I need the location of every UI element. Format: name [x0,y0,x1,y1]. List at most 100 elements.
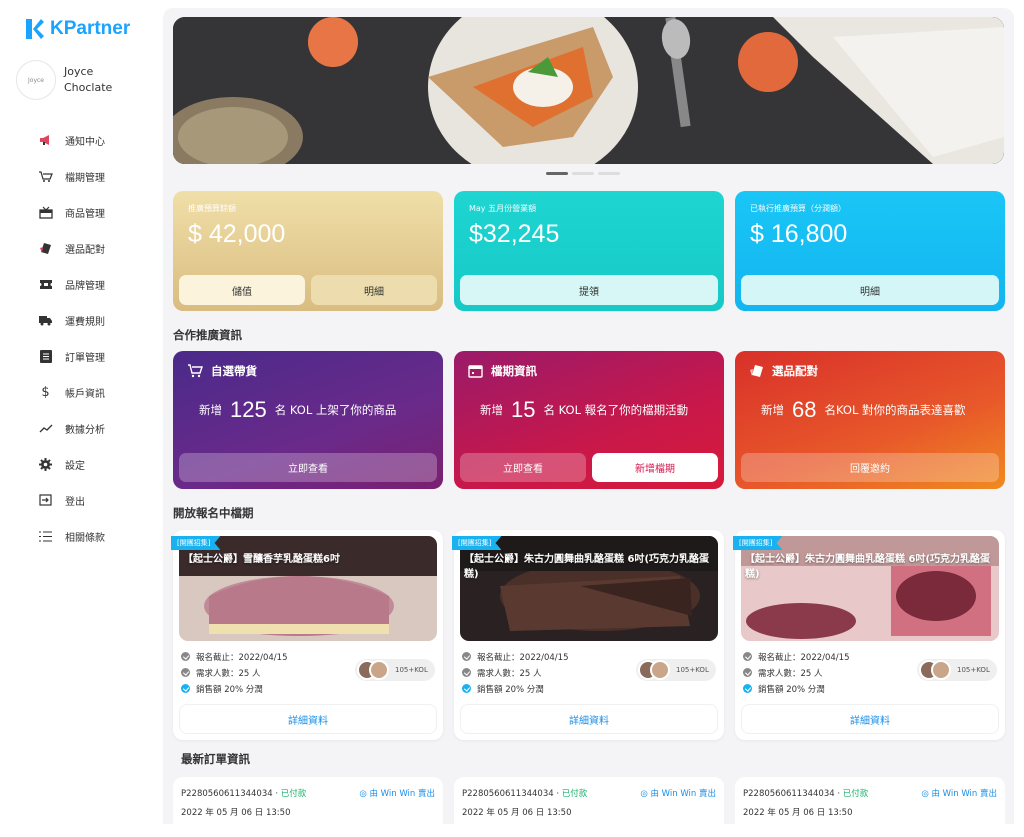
trend-icon [38,421,53,435]
coop-title: 自選帶貨 [211,364,257,378]
brand-name: KPartner [50,18,131,39]
nav-label: 通知中心 [65,136,105,148]
campaign-tag: [開團招集] [452,536,502,550]
dollar-icon: $ [41,384,50,400]
nav-item-schedule[interactable]: 檔期管理 [0,158,160,194]
campaign-title: 【起士公爵】朱古力圓舞曲乳酪蛋糕 6吋(巧克力乳酪蛋糕) [745,554,991,580]
section-title-coop: 合作推廣資訊 [173,328,242,342]
seller-link[interactable]: ◎ 由 Win Win 賣出 [359,787,435,799]
order-card[interactable]: P2280560611344034 · 已付款 ◎ 由 Win Win 賣出 20… [173,777,443,837]
seller-link[interactable]: ◎ 由 Win Win 賣出 [640,787,716,799]
campaign-card[interactable]: [開團招集] 【起士公爵】朱古力圓舞曲乳酪蛋糕 6吋(巧克力乳酪蛋糕) 報名截止… [452,530,724,740]
executed-detail-button[interactable]: 明細 [741,275,999,305]
gift-icon [38,205,53,219]
reply-invite-button[interactable]: 回覆邀約 [741,453,999,482]
order-date: 2022 年 05 月 06 日 13:50 [462,808,572,818]
gear-icon [38,457,53,471]
nav-item-terms[interactable]: 相關條款 [0,518,160,554]
nav-label: 商品管理 [65,208,105,220]
avatar [650,660,670,680]
ticket-icon [38,277,53,291]
nav-item-matching[interactable]: 選品配對 [0,230,160,266]
view-now-button[interactable]: 立即查看 [179,453,437,482]
check-icon [743,652,752,661]
kol-badge: 105+KOL [636,659,716,681]
cart-icon [188,364,203,378]
campaign-card[interactable]: [開團招集] 【起士公爵】雪釀香芋乳酪蛋糕6吋 報名截止：2022/04/15 … [171,530,443,740]
detail-button[interactable]: 詳細資料 [179,704,437,734]
kol-count: 105+KOL [957,666,990,674]
order-card[interactable]: P2280560611344034 · 已付款 ◎ 由 Win Win 賣出 20… [735,777,1005,837]
nav-label: 品牌管理 [65,280,105,292]
campaign-tag: [開團招集] [733,536,783,550]
coop-count: 15 [511,397,536,422]
add-schedule-button[interactable]: 新增檔期 [592,453,718,482]
kol-count: 105+KOL [395,666,428,674]
nav-item-notification[interactable]: 通知中心 [0,122,160,158]
nav-label: 選品配對 [65,244,105,256]
seller-link[interactable]: ◎ 由 Win Win 賣出 [921,787,997,799]
nav-label: 訂單管理 [65,352,105,364]
nav-item-logout[interactable]: 登出 [0,482,160,518]
logout-icon [38,493,53,507]
avatar-text: Joyce [28,76,44,84]
calendar-icon [468,365,483,378]
order-seller: 由 Win Win 賣出 [650,789,716,799]
stat-card-executed: 已執行推廣預算（分潤額） $ 16,800 明細 [735,191,1005,311]
withdraw-button[interactable]: 提領 [460,275,718,305]
view-now-button[interactable]: 立即查看 [460,453,586,482]
check-icon [181,668,190,677]
coop-card-schedule: 檔期資訊 新增 15 名 KOL 報名了你的檔期活動 立即查看 新增檔期 [454,351,724,489]
nav-label: 相關條款 [65,532,105,544]
banner-dot[interactable] [546,172,568,175]
order-card[interactable]: P2280560611344034 · 已付款 ◎ 由 Win Win 賣出 20… [454,777,724,837]
order-status: 已付款 [842,789,869,799]
order-id: P2280560611344034 [181,789,273,799]
stat-card-budget: 推廣預算餘額 $ 42,000 儲值 明細 [173,191,443,311]
campaign-deadline: 報名截止：2022/04/15 [758,653,850,663]
avatar [931,660,951,680]
avatar: Joyce [16,60,56,100]
coop-prefix: 新增 [480,403,503,417]
nav-item-settings[interactable]: 設定 [0,446,160,482]
coop-card-self-select: 自選帶貨 新增 125 名 KOL 上架了你的商品 立即查看 [173,351,443,489]
sidebar: KPartner Joyce Joyce Choclate 通知中心 檔期管理 … [0,0,160,816]
nav-label: 設定 [65,460,85,472]
check-icon [462,652,471,661]
nav-item-brand[interactable]: 品牌管理 [0,266,160,302]
nav-item-shipping[interactable]: 運費規則 [0,302,160,338]
nav-item-account[interactable]: $ 帳戶資訊 [0,374,160,410]
detail-button[interactable]: 詳細資料 [460,704,718,734]
check-icon [181,684,190,693]
brand-logo[interactable]: KPartner [24,18,130,40]
check-icon [743,684,752,693]
campaign-commission: 銷售額 20% 分潤 [758,685,825,695]
order-seller: 由 Win Win 賣出 [369,789,435,799]
nav-item-products[interactable]: 商品管理 [0,194,160,230]
campaign-people: 需求人數：25 人 [477,669,542,679]
campaign-info: 報名截止：2022/04/15 需求人數：25 人 銷售額 20% 分潤 [462,650,569,698]
order-id: P2280560611344034 [462,789,554,799]
coop-prefix: 新增 [761,403,784,417]
nav-item-analytics[interactable]: 數據分析 [0,410,160,446]
profile-name: Joyce Choclate [64,65,113,94]
campaign-people: 需求人數：25 人 [758,669,823,679]
campaign-deadline: 報名截止：2022/04/15 [196,653,288,663]
banner-pagination [546,172,620,175]
coop-suffix: 名 KOL 報名了你的檔期活動 [543,403,689,417]
budget-detail-button[interactable]: 明細 [311,275,437,305]
banner-dot[interactable] [598,172,620,175]
promo-banner[interactable] [173,17,1004,164]
detail-button[interactable]: 詳細資料 [741,704,999,734]
nav-label: 登出 [65,496,85,508]
kpartner-logo-icon [26,19,44,39]
nav-item-orders[interactable]: 訂單管理 [0,338,160,374]
campaign-card[interactable]: [開團招集] 【起士公爵】朱古力圓舞曲乳酪蛋糕 6吋(巧克力乳酪蛋糕) 報名截止… [733,530,1005,740]
kol-badge: 105+KOL [917,659,997,681]
campaign-title: 【起士公爵】雪釀香芋乳酪蛋糕6吋 [183,554,340,565]
banner-dot[interactable] [572,172,594,175]
coop-title: 選品配對 [772,364,818,378]
profile[interactable]: Joyce Joyce Choclate [16,60,134,100]
topup-button[interactable]: 儲值 [179,275,305,305]
stat-card-revenue: May 五月份營業額 $32,245 提領 [454,191,724,311]
